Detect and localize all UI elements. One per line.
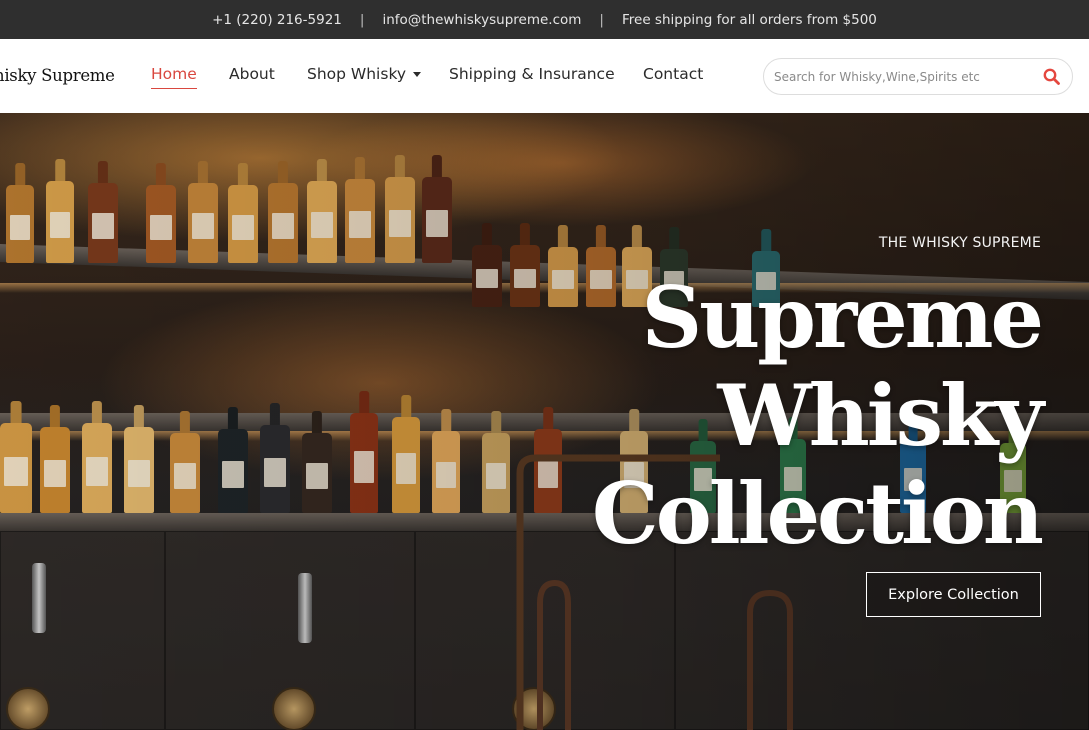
- nav-shop-whisky[interactable]: Shop Whisky: [307, 65, 422, 84]
- headline-line: Supreme: [641, 268, 1045, 367]
- nav-shop-whisky-label: Shop Whisky: [307, 65, 407, 83]
- search-box: [763, 58, 1073, 95]
- nav-home[interactable]: Home: [151, 65, 197, 89]
- headline-line: Whisky: [717, 366, 1044, 465]
- explore-collection-button[interactable]: Explore Collection: [866, 572, 1041, 617]
- caret-down-icon: [413, 72, 422, 78]
- site-logo[interactable]: hisky Supreme: [0, 66, 115, 85]
- hero-headline: Supreme Whisky Collection: [591, 268, 1045, 563]
- divider: |: [599, 11, 604, 28]
- nav-about[interactable]: About: [229, 65, 275, 83]
- site-header: hisky Supreme Home About Shop Whisky Shi…: [0, 39, 1089, 113]
- search-input[interactable]: [774, 67, 1032, 87]
- email-link[interactable]: info@thewhiskysupreme.com: [382, 12, 581, 28]
- top-info-bar: +1 (220) 216-5921 | info@thewhiskysuprem…: [0, 0, 1089, 39]
- search-icon[interactable]: [1042, 67, 1062, 87]
- shipping-notice: Free shipping for all orders from $500: [621, 11, 877, 28]
- divider: |: [359, 11, 365, 28]
- headline-line: Collection: [591, 464, 1044, 563]
- phone-number[interactable]: +1 (220) 216-5921: [212, 12, 342, 28]
- hero-eyebrow: THE WHISKY SUPREME: [878, 235, 1041, 251]
- nav-shipping-insurance[interactable]: Shipping & Insurance: [449, 65, 615, 83]
- nav-contact[interactable]: Contact: [643, 65, 703, 83]
- hero-banner: THE WHISKY SUPREME Supreme Whisky Collec…: [0, 113, 1089, 730]
